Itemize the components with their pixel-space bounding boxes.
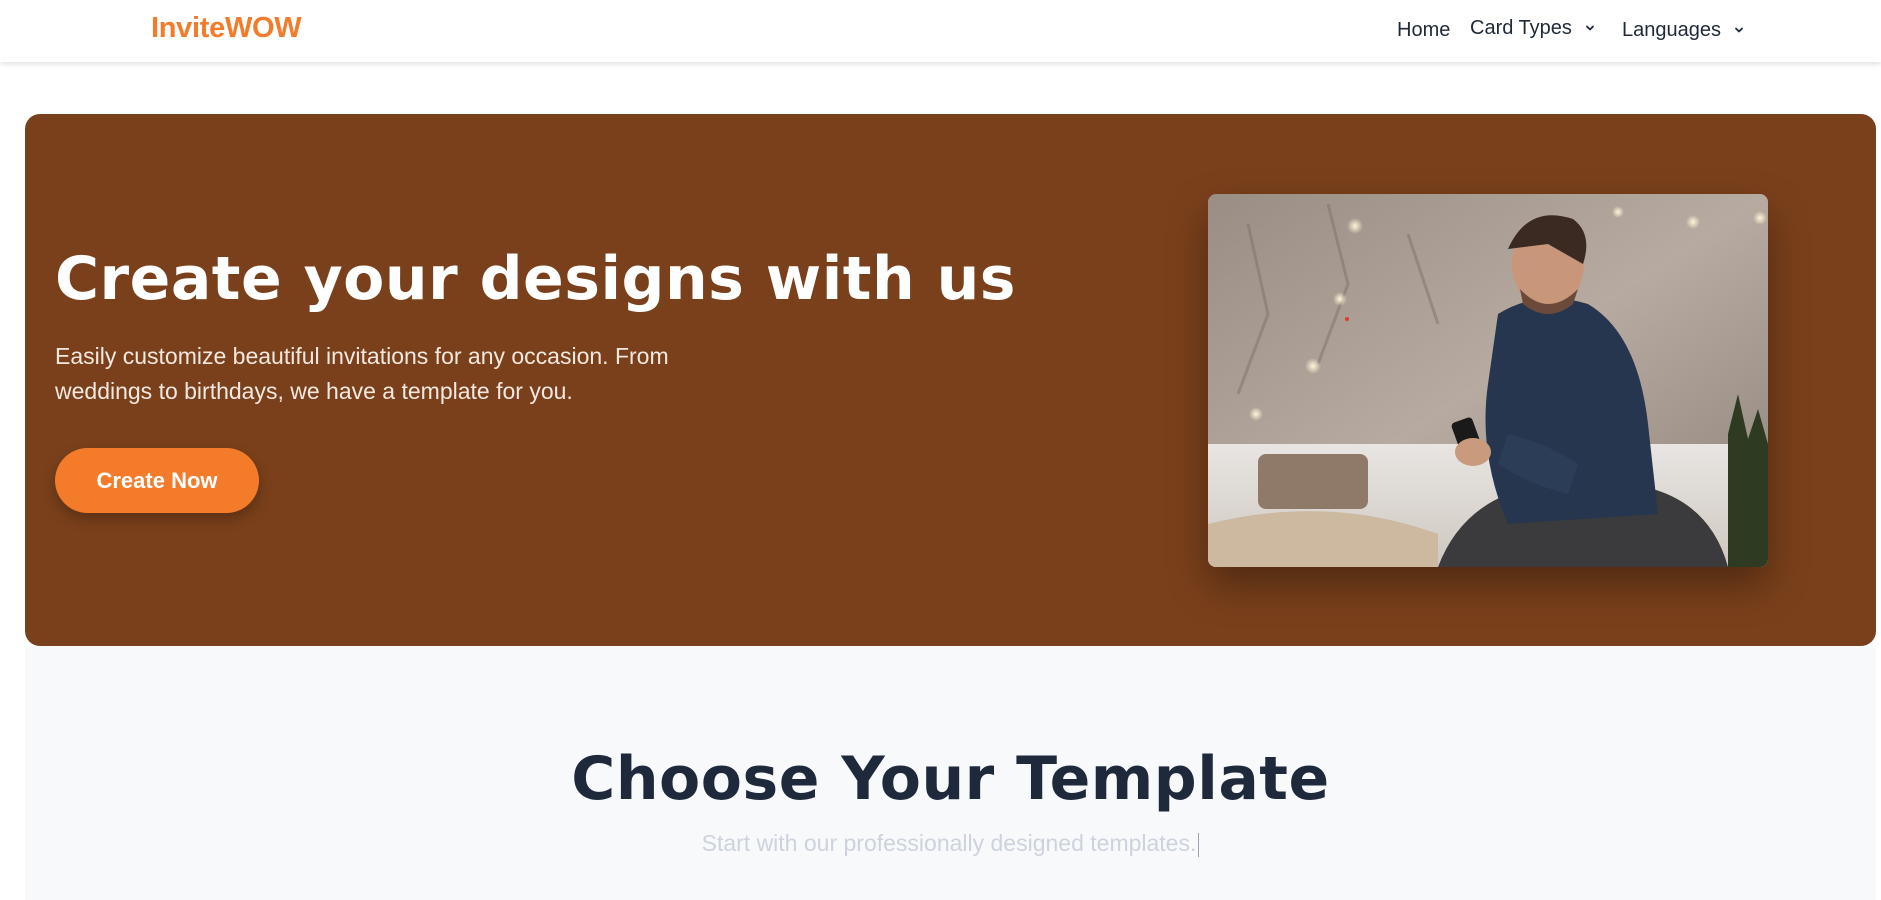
templates-section: Choose Your Template Start with our prof… [25, 646, 1876, 900]
nav-card-types-label: Card Types [1470, 16, 1572, 39]
nav-languages-label: Languages [1622, 18, 1721, 41]
templates-subtitle-row: Start with our professionally designed t… [25, 830, 1876, 857]
text-caret [1198, 832, 1200, 857]
templates-title: Choose Your Template [571, 744, 1330, 814]
hero-subtitle: Easily customize beautiful invitations f… [55, 343, 669, 404]
chevron-down-icon [1584, 22, 1596, 34]
hero-image [1208, 194, 1768, 567]
nav-home-label: Home [1397, 18, 1451, 41]
templates-subtitle: Start with our professionally designed t… [701, 830, 1197, 856]
top-navbar: InviteWOW Home Card Types Languages [0, 0, 1881, 62]
chevron-down-icon [1733, 24, 1745, 36]
hero-banner: Create your designs with us Easily custo… [25, 114, 1876, 646]
nav-card-types-dropdown[interactable]: Card Types [1470, 16, 1596, 40]
nav-home-link[interactable]: Home [1397, 18, 1450, 42]
nav-languages-dropdown[interactable]: Languages [1622, 18, 1745, 42]
hero-title: Create your designs with us [55, 244, 1016, 314]
man-with-phone-photo [1208, 194, 1768, 567]
site-logo[interactable]: InviteWOW [151, 12, 302, 45]
create-now-button[interactable]: Create Now [55, 448, 259, 513]
